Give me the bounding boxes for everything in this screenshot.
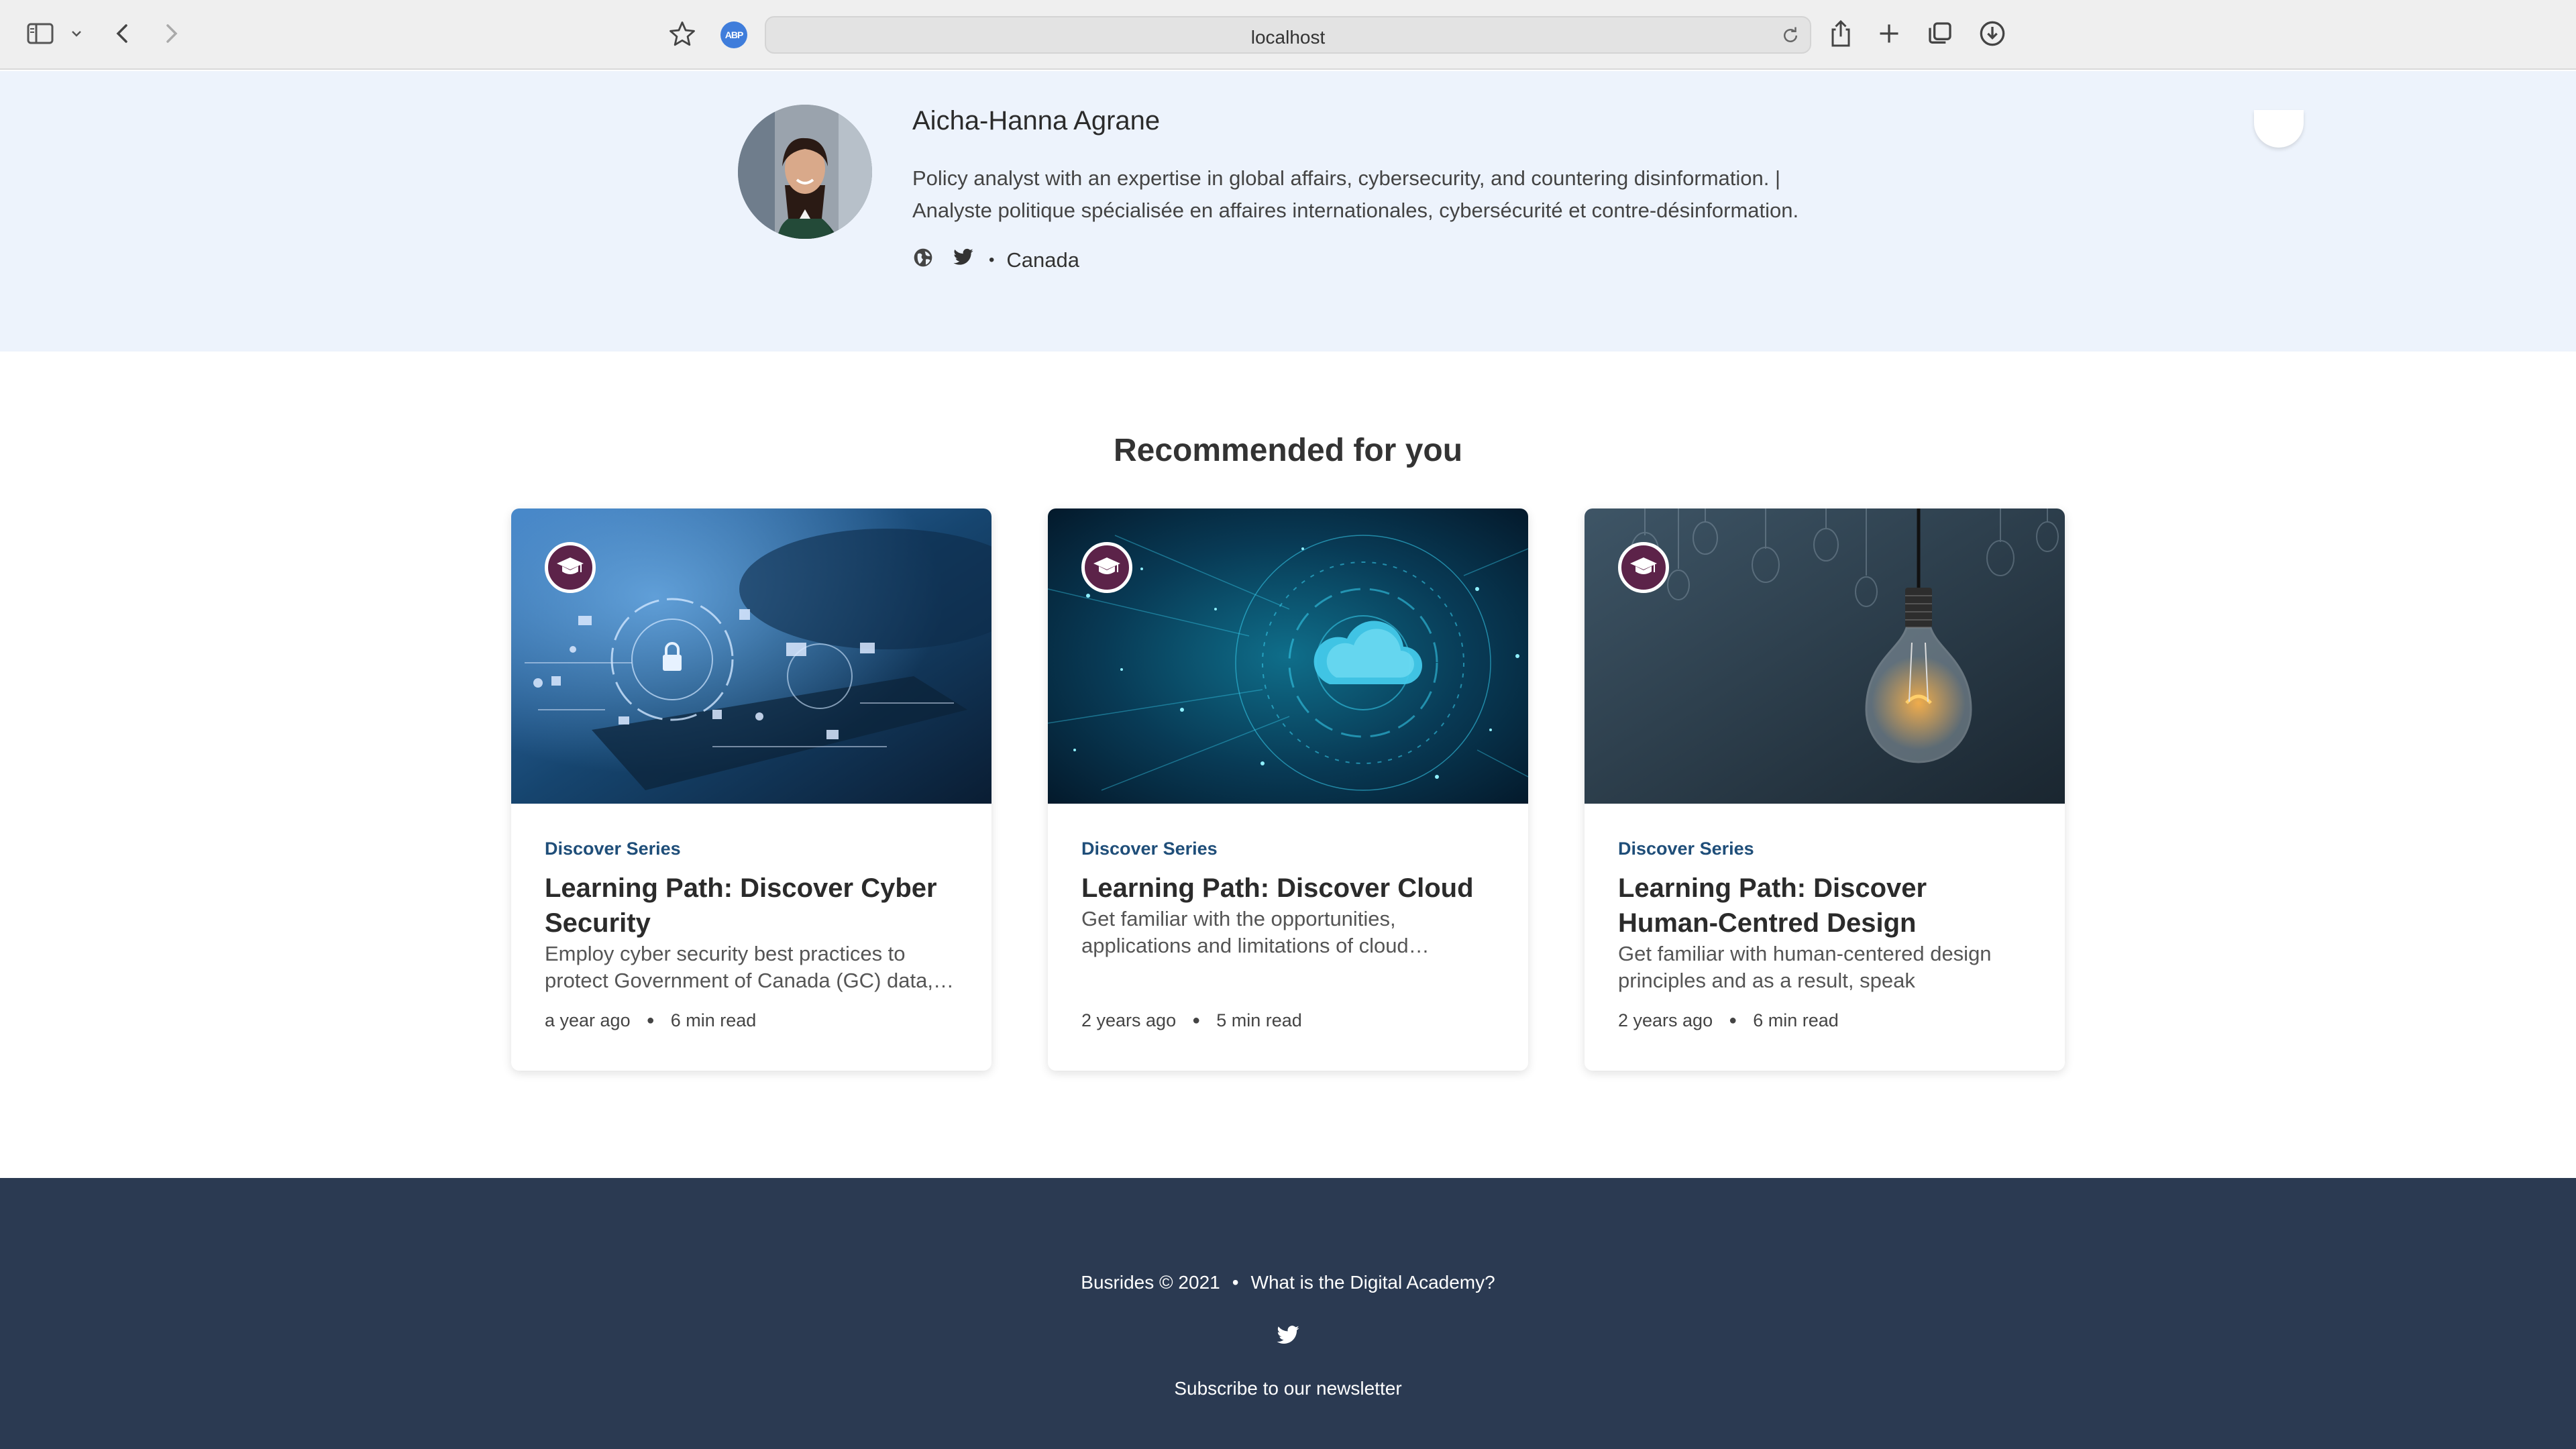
graduation-cap-icon <box>545 542 596 593</box>
author-bio: Policy analyst with an expertise in glob… <box>912 162 1851 227</box>
star-icon[interactable] <box>668 20 696 48</box>
card-title[interactable]: Learning Path: Discover Cyber Security <box>545 871 961 941</box>
card-read-time: 6 min read <box>1753 1010 1839 1030</box>
card-series-link[interactable]: Discover Series <box>1081 839 1218 859</box>
twitter-icon[interactable] <box>1276 1326 1300 1349</box>
graduation-cap-icon <box>1618 542 1669 593</box>
reload-icon[interactable] <box>1780 25 1801 46</box>
card-image-cyber[interactable] <box>511 508 991 804</box>
card-image-cloud[interactable] <box>1048 508 1528 804</box>
forward-icon[interactable] <box>161 21 181 46</box>
footer-about-link[interactable]: What is the Digital Academy? <box>1251 1272 1495 1293</box>
card-series-link[interactable]: Discover Series <box>1618 839 1754 859</box>
avatar <box>738 105 872 239</box>
bio-line-en: Policy analyst with an expertise in glob… <box>912 166 1781 190</box>
share-icon[interactable] <box>1829 19 1853 48</box>
card-age: a year ago <box>545 1010 631 1030</box>
card-age: 2 years ago <box>1081 1010 1177 1030</box>
twitter-icon[interactable] <box>953 248 974 272</box>
footer-links: Busrides © 2021 • What is the Digital Acad… <box>0 1272 2576 1293</box>
article-card-cyber-security[interactable]: Discover Series Learning Path: Discover … <box>511 508 991 1071</box>
url-text: localhost <box>1250 27 1326 48</box>
meta-dot: ● <box>646 1013 655 1028</box>
floating-button[interactable] <box>2254 110 2304 148</box>
card-meta: 2 years ago ● 5 min read <box>1081 1010 1302 1031</box>
adblock-icon[interactable]: ABP <box>720 21 747 48</box>
card-age: 2 years ago <box>1618 1010 1713 1030</box>
sidebar-icon[interactable] <box>27 21 54 46</box>
card-image-lightbulb[interactable] <box>1585 508 2065 804</box>
meta-separator: • <box>989 251 995 269</box>
recommended-title: Recommended for you <box>1113 433 1463 468</box>
newsletter-link[interactable]: Subscribe to our newsletter <box>0 1378 2576 1399</box>
site-footer: Busrides © 2021 • What is the Digital Acad… <box>0 1178 2576 1449</box>
author-meta: • Canada <box>912 247 1079 274</box>
author-profile: Aicha-Hanna Agrane Policy analyst with a… <box>0 71 2576 352</box>
card-read-time: 5 min read <box>1216 1010 1302 1030</box>
card-meta: a year ago ● 6 min read <box>545 1010 756 1031</box>
footer-separator: • <box>1232 1272 1239 1293</box>
footer-copyright: Busrides © 2021 <box>1081 1272 1220 1293</box>
author-name: Aicha-Hanna Agrane <box>912 106 1161 136</box>
meta-dot: ● <box>1192 1013 1201 1028</box>
bio-line-fr: Analyste politique spécialisée en affair… <box>912 199 1799 222</box>
card-title[interactable]: Learning Path: Discover Cloud <box>1081 871 1497 906</box>
download-icon[interactable] <box>1979 20 2006 47</box>
card-series-link[interactable]: Discover Series <box>545 839 681 859</box>
card-read-time: 6 min read <box>670 1010 757 1030</box>
card-description: Employ cyber security best practices to … <box>545 942 954 992</box>
card-title[interactable]: Learning Path: Discover Human-Centred De… <box>1618 871 2034 941</box>
back-icon[interactable] <box>113 21 133 46</box>
meta-dot: ● <box>1729 1013 1737 1028</box>
article-card-cloud[interactable]: Discover Series Learning Path: Discover … <box>1048 508 1528 1071</box>
graduation-cap-icon <box>1081 542 1132 593</box>
browser-toolbar: ABP localhost <box>0 0 2576 70</box>
plus-icon[interactable] <box>1877 21 1901 46</box>
author-location: Canada <box>1006 248 1079 272</box>
chevron-down-icon[interactable] <box>70 27 83 40</box>
card-meta: 2 years ago ● 6 min read <box>1618 1010 1839 1031</box>
card-description: Get familiar with human-centered design … <box>1618 942 1992 992</box>
card-description: Get familiar with the opportunities, app… <box>1081 907 1430 957</box>
tabs-icon[interactable] <box>1927 20 1953 47</box>
address-bar[interactable]: localhost <box>765 16 1811 54</box>
globe-icon[interactable] <box>912 247 934 274</box>
article-card-human-centred-design[interactable]: Discover Series Learning Path: Discover … <box>1585 508 2065 1071</box>
